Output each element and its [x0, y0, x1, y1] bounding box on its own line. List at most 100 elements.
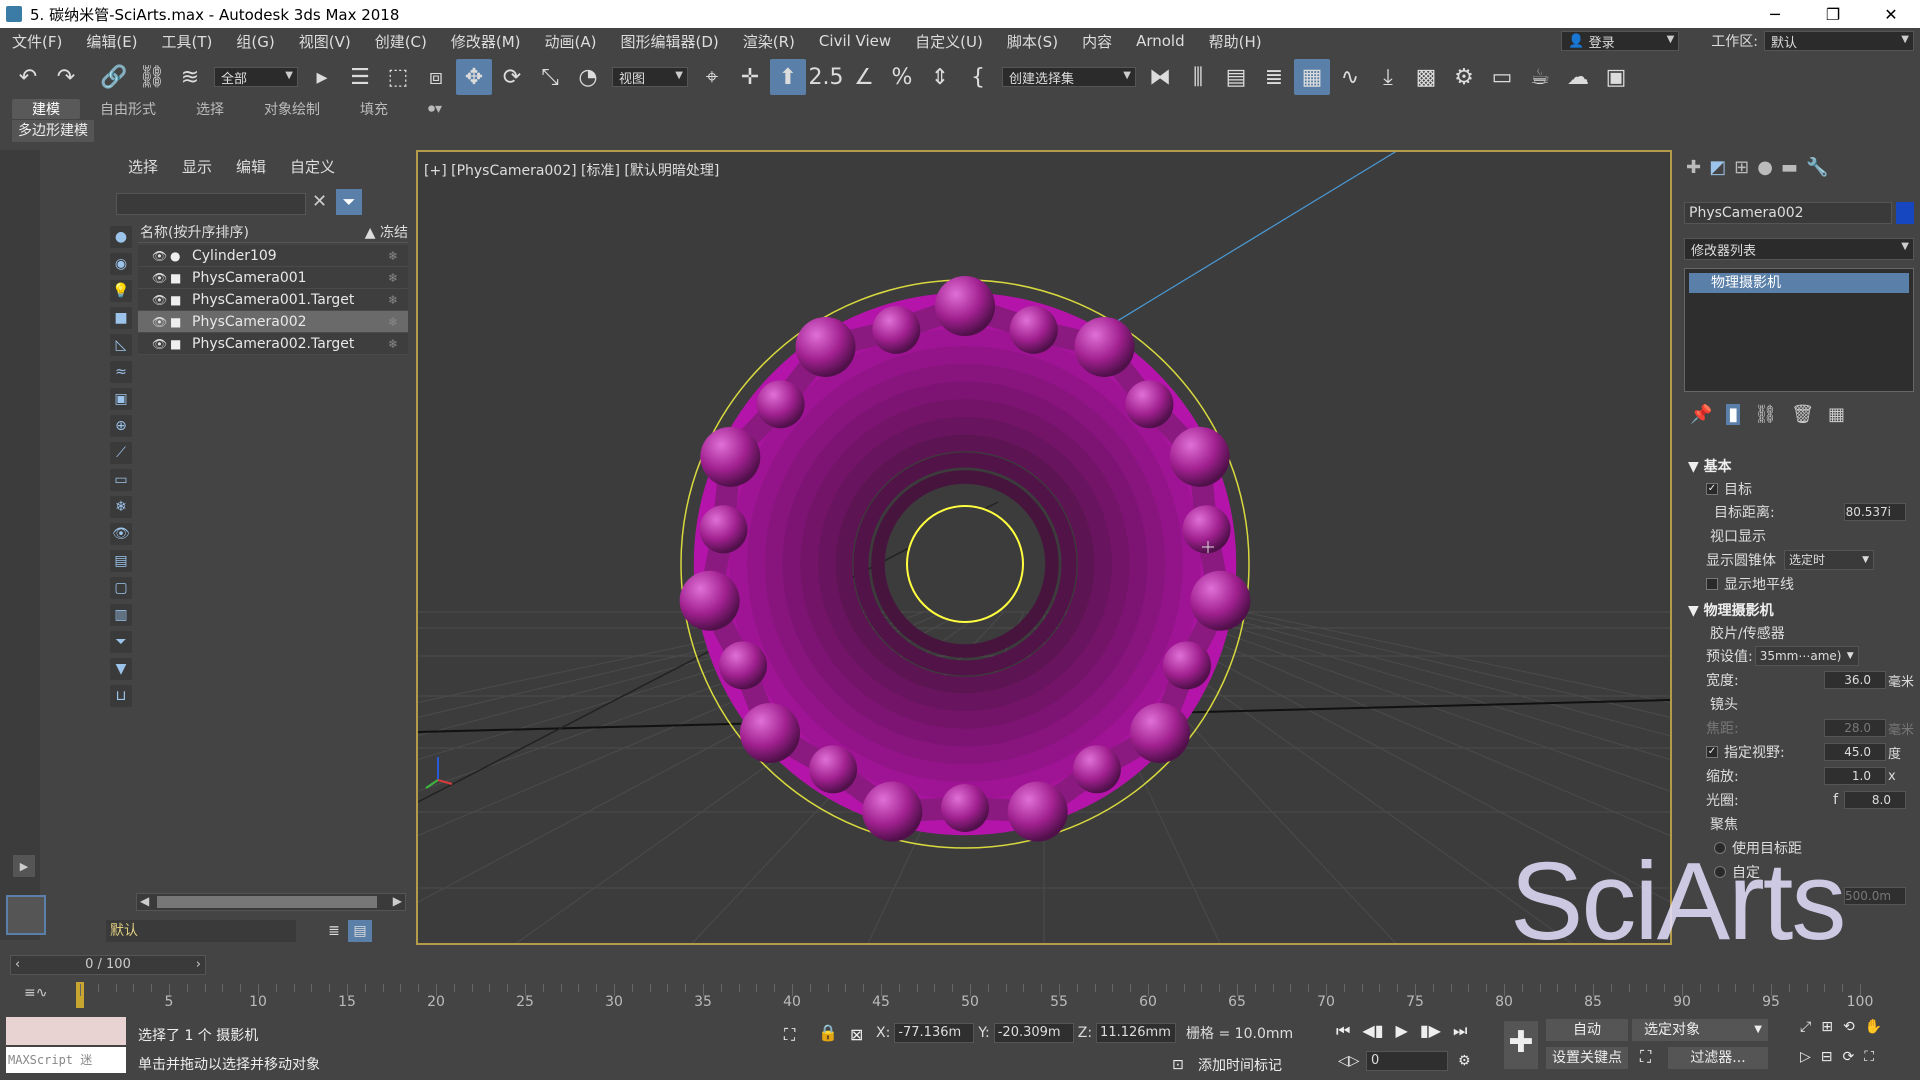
- column-name[interactable]: 名称(按升序排序): [140, 222, 249, 242]
- ribbon-tab-freeform[interactable]: 自由形式: [80, 99, 176, 119]
- material-editor-icon[interactable]: ▩: [1408, 59, 1444, 95]
- current-frame-field[interactable]: 0: [1366, 1051, 1448, 1071]
- maxscript-listener[interactable]: [6, 1017, 126, 1045]
- aperture-spinner[interactable]: 8.0: [1844, 791, 1906, 809]
- curve-editor-icon[interactable]: ∿: [1332, 59, 1368, 95]
- object-color-swatch[interactable]: [1896, 202, 1914, 224]
- menu-civil-view[interactable]: Civil View: [807, 32, 903, 50]
- ribbon-polygon-modeling[interactable]: 多边形建模: [12, 120, 94, 142]
- freeze-icon[interactable]: ❄: [388, 249, 408, 263]
- edit-named-selection-icon[interactable]: {: [960, 59, 996, 95]
- show-end-result-icon[interactable]: ▮: [1726, 404, 1741, 425]
- column-freeze[interactable]: ▲ 冻结: [365, 222, 408, 242]
- scene-explorer-mode-icon[interactable]: ▤: [348, 920, 372, 942]
- bind-space-warp-icon[interactable]: ≋: [172, 59, 208, 95]
- ribbon-tab-object-paint[interactable]: 对象绘制: [244, 99, 340, 119]
- list-item[interactable]: 👁 ■ PhysCamera002.Target ❄: [138, 333, 408, 355]
- goto-start-icon[interactable]: ⏮: [1336, 1021, 1350, 1041]
- focal-length-spinner[interactable]: 28.0: [1824, 719, 1886, 737]
- modify-tab-icon[interactable]: ◩: [1709, 157, 1726, 178]
- list-item[interactable]: 👁 ● Cylinder109 ❄: [138, 245, 408, 267]
- restore-button[interactable]: ❐: [1804, 5, 1862, 24]
- ribbon-tab-populate[interactable]: 填充: [340, 99, 408, 119]
- ribbon-options-icon[interactable]: ⏺▾: [408, 101, 462, 117]
- show-cone-dropdown[interactable]: 选定时 ▼: [1784, 550, 1874, 570]
- utilities-tab-icon[interactable]: 🔧: [1806, 157, 1828, 178]
- menu-content[interactable]: 内容: [1070, 31, 1124, 52]
- menu-modifiers[interactable]: 修改器(M): [439, 31, 533, 52]
- y-coordinate-field[interactable]: -20.309m: [993, 1023, 1074, 1043]
- window-crossing-icon[interactable]: ⧈: [418, 59, 454, 95]
- hierarchy-tab-icon[interactable]: ⊞: [1734, 157, 1749, 178]
- link-icon[interactable]: 🔗: [96, 59, 132, 95]
- viewport-perspective[interactable]: [+] [PhysCamera002] [标准] [默认明暗处理]: [416, 150, 1672, 945]
- absolute-mode-icon[interactable]: ⊠: [850, 1025, 863, 1044]
- visibility-eye-icon[interactable]: 👁: [152, 271, 170, 285]
- auto-key-button[interactable]: 自动: [1546, 1019, 1628, 1041]
- specify-fov-checkbox[interactable]: ✓: [1706, 746, 1718, 758]
- workspace-dropdown[interactable]: 默认 ▼: [1764, 31, 1914, 51]
- explorer-menu-customize[interactable]: 自定义: [290, 156, 335, 177]
- key-filter-icon[interactable]: ⛶: [1640, 1047, 1651, 1067]
- set-key-icon[interactable]: ✚: [1504, 1021, 1538, 1069]
- menu-group[interactable]: 组(G): [224, 31, 286, 52]
- redo-icon[interactable]: ↷: [48, 59, 84, 95]
- undo-icon[interactable]: ↶: [10, 59, 46, 95]
- snap-toggle-icon[interactable]: 2.5: [808, 59, 844, 95]
- explorer-horizontal-scrollbar[interactable]: ◀ ▶: [136, 893, 406, 911]
- list-item-selected[interactable]: 👁 ■ PhysCamera002 ❄: [138, 311, 408, 333]
- focus-distance-spinner[interactable]: 500.0m: [1844, 887, 1906, 905]
- explorer-menu-display[interactable]: 显示: [182, 156, 212, 177]
- visibility-eye-icon[interactable]: 👁: [152, 293, 170, 307]
- target-checkbox[interactable]: ✓: [1706, 483, 1718, 495]
- menu-file[interactable]: 文件(F): [0, 31, 74, 52]
- menu-edit[interactable]: 编辑(E): [74, 31, 149, 52]
- explorer-menu-select[interactable]: 选择: [128, 156, 158, 177]
- scene-explorer-toggle-icon[interactable]: ▤: [1218, 59, 1254, 95]
- target-distance-spinner[interactable]: 80.537i: [1844, 503, 1906, 521]
- make-unique-icon[interactable]: ⛓: [1754, 404, 1777, 425]
- width-spinner[interactable]: 36.0: [1824, 671, 1886, 689]
- prev-frame-icon[interactable]: ‹: [15, 956, 20, 974]
- menu-customize[interactable]: 自定义(U): [903, 31, 995, 52]
- place-icon[interactable]: ◔: [570, 59, 606, 95]
- layer-explorer-icon[interactable]: ≣: [1256, 59, 1292, 95]
- set-key-button[interactable]: 设置关键点: [1546, 1047, 1628, 1069]
- x-coordinate-field[interactable]: -77.136m: [894, 1023, 975, 1043]
- menu-rendering[interactable]: 渲染(R): [731, 31, 807, 52]
- schematic-view-icon[interactable]: ⤓: [1370, 59, 1406, 95]
- percent-snap-icon[interactable]: %: [884, 59, 920, 95]
- modifier-stack[interactable]: 物理摄影机: [1684, 268, 1914, 392]
- motion-tab-icon[interactable]: ●: [1757, 157, 1773, 178]
- physical-camera-rollout-header[interactable]: ▼ 物理摄影机: [1684, 600, 1916, 622]
- render-production-icon[interactable]: ☕: [1522, 59, 1558, 95]
- modifier-list-dropdown[interactable]: 修改器列表 ▼: [1684, 238, 1914, 260]
- list-item[interactable]: 👁 ■ PhysCamera001.Target ❄: [138, 289, 408, 311]
- toggle-ribbon-icon[interactable]: ▦: [1294, 59, 1330, 95]
- explorer-search-input[interactable]: [116, 193, 306, 215]
- layer-dropdown[interactable]: 默认: [106, 920, 296, 942]
- play-animation-icon[interactable]: ▶: [1396, 1021, 1408, 1041]
- rendered-frame-window-icon[interactable]: ▭: [1484, 59, 1520, 95]
- spinner-snap-icon[interactable]: ⇕: [922, 59, 958, 95]
- select-object-icon[interactable]: ▸: [304, 59, 340, 95]
- freeze-icon[interactable]: ❄: [388, 315, 408, 329]
- create-tab-icon[interactable]: ✚: [1686, 157, 1701, 178]
- prev-key-icon[interactable]: ◀▮: [1362, 1021, 1383, 1041]
- scroll-right-icon[interactable]: ▶: [393, 894, 402, 908]
- object-name-field[interactable]: PhysCamera002: [1684, 202, 1892, 224]
- walk-through-icon[interactable]: ⟳: [1843, 1049, 1855, 1065]
- preset-dropdown[interactable]: 35mm⋯ame) ▼: [1754, 646, 1859, 666]
- move-icon[interactable]: ✥: [456, 59, 492, 95]
- explorer-column-header[interactable]: 名称(按升序排序) ▲ 冻结: [138, 221, 408, 243]
- zoom-spinner[interactable]: 1.0: [1824, 767, 1886, 785]
- menu-arnold[interactable]: Arnold: [1124, 32, 1197, 50]
- select-by-name-icon[interactable]: ☰: [342, 59, 378, 95]
- menu-animation[interactable]: 动画(A): [533, 31, 609, 52]
- login-dropdown[interactable]: 👤 登录 ▼: [1561, 31, 1680, 51]
- ribbon-tab-selection[interactable]: 选择: [176, 99, 244, 119]
- goto-end-icon[interactable]: ⏭: [1453, 1021, 1467, 1041]
- reference-coordinate-dropdown[interactable]: 视图 ▼: [612, 67, 688, 87]
- scale-icon[interactable]: ⤡: [532, 59, 568, 95]
- selection-lock-icon[interactable]: 🔒: [818, 1023, 838, 1042]
